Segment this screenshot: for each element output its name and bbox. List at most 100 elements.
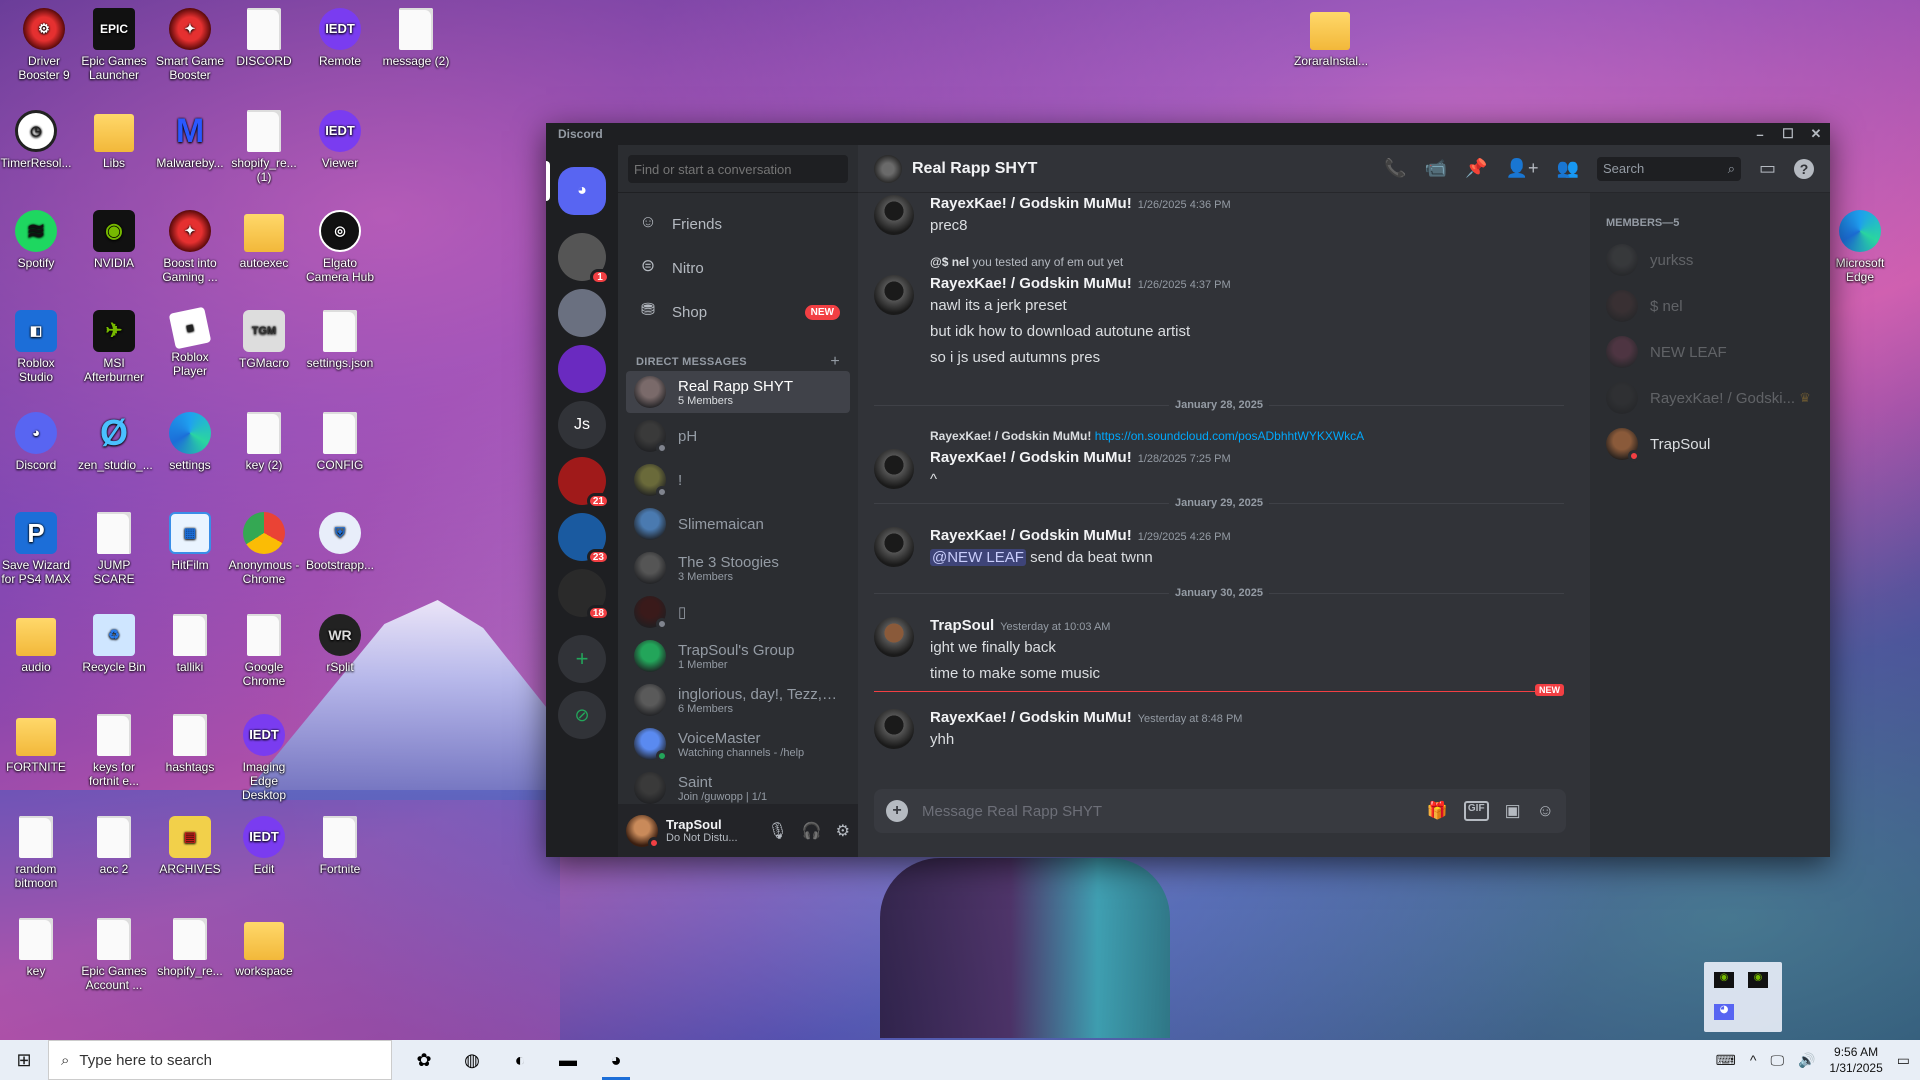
desktop-icon[interactable]: ZoraraInstal...	[1294, 8, 1368, 68]
explore-servers-icon[interactable]: ⊘	[558, 691, 606, 739]
network-icon[interactable]: 🖵	[1770, 1052, 1784, 1069]
desktop-icon[interactable]: ✦ Boost into Gaming ...	[154, 210, 226, 284]
settings-icon[interactable]: ⚙	[836, 821, 850, 841]
desktop-icon[interactable]: key	[0, 918, 72, 978]
desktop-icon[interactable]: FORTNITE	[0, 714, 72, 774]
notification-icon[interactable]: ▭	[1897, 1052, 1910, 1069]
desktop-icon[interactable]: IEDT Edit	[228, 816, 300, 876]
taskbar-search[interactable]: ⌕ Type here to search	[48, 1040, 392, 1080]
desktop-icon[interactable]: TGM TGMacro	[228, 310, 300, 370]
desktop-icon[interactable]: workspace	[228, 918, 300, 978]
desktop-icon[interactable]: Fortnite	[304, 816, 376, 876]
server-icon[interactable]: Js	[558, 401, 606, 449]
desktop-icon[interactable]: P Save Wizard for PS4 MAX	[0, 512, 72, 586]
desktop-icon[interactable]: Anonymous - Chrome	[228, 512, 300, 586]
add-friends-icon[interactable]: 👤+	[1506, 158, 1539, 179]
desktop-icon[interactable]: ◧ Roblox Studio	[0, 310, 72, 384]
keyboard-icon[interactable]: ⌨	[1716, 1052, 1736, 1069]
clock[interactable]: 9:56 AM 1/31/2025	[1829, 1044, 1882, 1076]
desktop-icon[interactable]: hashtags	[154, 714, 226, 774]
user-info[interactable]: TrapSoul Do Not Distu...	[666, 817, 738, 844]
desktop-icon[interactable]: ⚙ Driver Booster 9	[8, 8, 80, 82]
reply-preview[interactable]: RayexKae! / Godskin MuMu! https://on.sou…	[930, 429, 1564, 449]
file-explorer-icon[interactable]: ▬	[544, 1040, 592, 1080]
headset-icon[interactable]: 🎧	[802, 821, 822, 841]
desktop-icon[interactable]: ≋ Spotify	[0, 210, 72, 270]
dm-item[interactable]: inglorious, day!, Tezz, !... 6 Members	[626, 679, 850, 721]
chevron-up-icon[interactable]: ^	[1750, 1052, 1757, 1068]
desktop-icon[interactable]: ▦ HitFilm	[154, 512, 226, 572]
desktop-icon[interactable]: keys for fortnit e...	[78, 714, 150, 788]
message-avatar[interactable]	[874, 449, 914, 489]
dm-item[interactable]: Slimemaican	[626, 503, 850, 545]
message-avatar[interactable]	[874, 275, 914, 315]
message-author[interactable]: RayexKae! / Godskin MuMu!	[930, 195, 1132, 212]
desktop-icon[interactable]: ⛨ Bootstrapp...	[304, 512, 376, 572]
nvidia-tray-icon[interactable]: ◉	[1714, 972, 1734, 988]
add-server-button[interactable]: +	[558, 635, 606, 683]
desktop-icon[interactable]: ◉ NVIDIA	[78, 210, 150, 270]
nav-nitro[interactable]: ⊜ Nitro	[626, 247, 850, 289]
nav-shop[interactable]: ⛃ Shop NEW	[626, 291, 850, 333]
server-icon[interactable]: ◕	[558, 167, 606, 215]
member-item[interactable]: NEW LEAF	[1606, 329, 1822, 375]
message-avatar[interactable]	[874, 617, 914, 657]
desktop-icon[interactable]: JUMP SCARE	[78, 512, 150, 586]
member-item[interactable]: $ nel	[1606, 283, 1822, 329]
sticker-icon[interactable]: ▣	[1505, 801, 1521, 821]
desktop-icon[interactable]: acc 2	[78, 816, 150, 876]
message-author[interactable]: RayexKae! / Godskin MuMu!	[930, 709, 1132, 726]
desktop-icon[interactable]: ♻ Recycle Bin	[78, 614, 150, 674]
dm-item[interactable]: VoiceMaster Watching channels - /help	[626, 723, 850, 765]
server-icon[interactable]	[558, 345, 606, 393]
reply-link[interactable]: https://on.soundcloud.com/posADbhhtWYKXW…	[1095, 429, 1364, 443]
desktop-icon[interactable]: ◕ Discord	[0, 412, 72, 472]
desktop-icon[interactable]: ▤ ARCHIVES	[154, 816, 226, 876]
copilot-icon[interactable]: ◍	[448, 1040, 496, 1080]
window-titlebar[interactable]: Discord – ☐ ✕	[546, 123, 1830, 145]
desktop-icon[interactable]: CONFIG	[304, 412, 376, 472]
dm-item[interactable]: pH	[626, 415, 850, 457]
reply-preview[interactable]: @$ nel you tested any of em out yet	[930, 255, 1564, 275]
start-button[interactable]: ⊞	[0, 1040, 48, 1080]
dm-item[interactable]: !	[626, 459, 850, 501]
message-author[interactable]: RayexKae! / Godskin MuMu!	[930, 449, 1132, 466]
dm-item[interactable]: TrapSoul's Group 1 Member	[626, 635, 850, 677]
emoji-icon[interactable]: ☺	[1537, 801, 1554, 821]
desktop-icon[interactable]: talliki	[154, 614, 226, 674]
message-avatar[interactable]	[874, 709, 914, 749]
attach-button[interactable]: +	[886, 800, 908, 822]
desktop-icon[interactable]: ✈ MSI Afterburner	[78, 310, 150, 384]
desktop-icon[interactable]: ◷ TimerResol...	[0, 110, 72, 170]
desktop-icon[interactable]: ✦ Smart Game Booster	[154, 8, 226, 82]
close-button[interactable]: ✕	[1802, 123, 1830, 145]
message-author[interactable]: TrapSoul	[930, 617, 994, 634]
desktop-icon[interactable]: WR rSplit	[304, 614, 376, 674]
desktop-icon[interactable]: ◎ Elgato Camera Hub	[304, 210, 376, 284]
nvidia-tray-icon-2[interactable]: ◉	[1748, 972, 1768, 988]
discord-taskbar-icon[interactable]: ◕	[592, 1040, 640, 1080]
edge-taskbar-icon[interactable]: ◐	[496, 1040, 544, 1080]
pin-icon[interactable]: 📌	[1465, 158, 1487, 179]
desktop-icon[interactable]: Libs	[78, 110, 150, 170]
member-item[interactable]: yurkss	[1606, 237, 1822, 283]
message-author[interactable]: RayexKae! / Godskin MuMu!	[930, 527, 1132, 544]
widgets-icon[interactable]: ✿	[400, 1040, 448, 1080]
message-avatar[interactable]	[874, 527, 914, 567]
member-list-icon[interactable]: 👥	[1557, 158, 1579, 179]
server-icon[interactable]: 18	[558, 569, 610, 621]
user-avatar[interactable]	[626, 814, 660, 849]
desktop-icon[interactable]: key (2)	[228, 412, 300, 472]
server-icon[interactable]	[558, 289, 606, 337]
desktop-icon[interactable]: random bitmoon	[0, 816, 72, 890]
mic-icon[interactable]: 🎙	[767, 821, 787, 841]
desktop-icon[interactable]: EPIC Epic Games Launcher	[78, 8, 150, 82]
voice-call-icon[interactable]: 📞	[1384, 158, 1406, 179]
desktop-icon[interactable]: audio	[0, 614, 72, 674]
desktop-icon[interactable]: settings	[154, 412, 226, 472]
dm-item[interactable]: The 3 Stoogies 3 Members	[626, 547, 850, 589]
gift-icon[interactable]: 🎁	[1427, 801, 1448, 821]
desktop-icon[interactable]: Microsoft Edge	[1824, 210, 1896, 284]
desktop-icon[interactable]: message (2)	[380, 8, 452, 68]
desktop-icon[interactable]: Google Chrome	[228, 614, 300, 688]
